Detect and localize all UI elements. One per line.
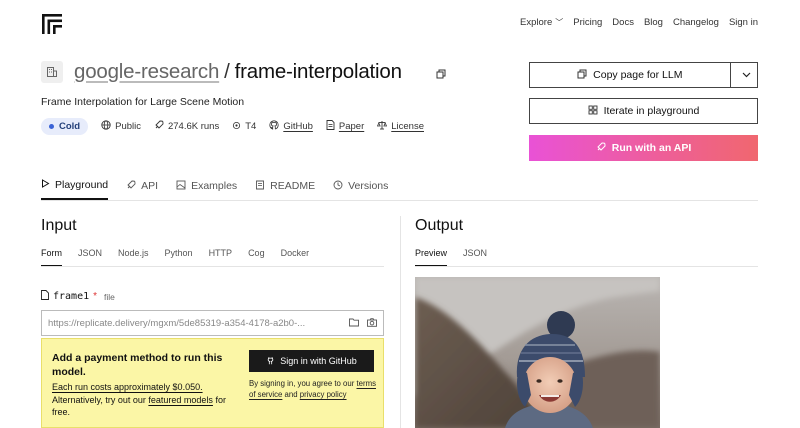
copy-icon[interactable] [436,69,446,82]
grid-icon [588,105,598,118]
globe-icon [101,120,111,133]
document-icon [326,120,335,133]
output-subtabs-divider [415,266,758,267]
chevron-down-icon[interactable] [737,72,757,78]
github-icon [269,120,279,133]
model-name: frame-interpolation [234,60,402,83]
rocket-icon [126,180,136,193]
input-title: Input [41,217,77,234]
tab-playground[interactable]: Playground [41,179,109,200]
subtab-json[interactable]: JSON [78,248,102,266]
rocket-icon [154,120,164,133]
status-dot [49,124,54,129]
github-link[interactable]: GitHub [269,120,313,133]
scale-icon [377,120,388,133]
status-badge: Cold [41,118,89,135]
history-icon [333,180,343,193]
input-subtabs-divider [41,266,384,267]
tab-readme[interactable]: README [255,179,315,200]
subtab-docker[interactable]: Docker [281,248,310,266]
panel-divider [400,216,401,428]
frame1-label: frame1 * file [41,290,115,303]
subtab-form[interactable]: Form [41,248,62,266]
main-tabs: Playground API Examples README Versions [41,179,388,200]
copy-page-main[interactable]: Copy page for LLM [530,63,731,87]
subtab-nodejs[interactable]: Node.js [118,248,149,266]
page-title: google-research / frame-interpolation [74,60,402,83]
subtab-http[interactable]: HTTP [209,248,233,266]
model-meta: Cold Public 274.6K runs T4 GitHub Paper … [41,118,424,135]
run-count: 274.6K runs [154,120,219,133]
output-preview-image [415,277,660,428]
copy-icon [577,69,587,82]
nav-explore[interactable]: Explore ﹀ [520,17,563,28]
privacy-link[interactable]: privacy policy [300,390,347,399]
top-nav: Explore ﹀ Pricing Docs Blog Changelog Sig… [520,17,758,28]
folder-icon[interactable] [349,318,359,329]
featured-models-link[interactable]: featured models [148,395,213,405]
subtab-output-json[interactable]: JSON [463,248,487,266]
book-icon [255,180,265,193]
paper-link[interactable]: Paper [326,120,364,133]
license-link[interactable]: License [377,120,424,133]
chip-icon [232,121,241,133]
nav-pricing[interactable]: Pricing [573,17,602,28]
github-icon [266,356,275,367]
tab-examples[interactable]: Examples [176,179,237,200]
model-description: Frame Interpolation for Large Scene Moti… [41,96,245,108]
output-subtabs: Preview JSON [415,248,487,266]
hardware: T4 [232,121,256,133]
payment-text: Each run costs approximately $0.050. Alt… [52,382,226,417]
tab-api[interactable]: API [126,179,158,200]
output-title: Output [415,217,464,234]
play-icon [41,179,50,191]
copy-page-for-llm-button[interactable]: Copy page for LLM [529,62,758,88]
tabs-divider [41,200,758,201]
camera-icon[interactable] [367,317,377,329]
iterate-in-playground-button[interactable]: Iterate in playground [529,98,758,124]
terms-text: By signing in, you agree to our terms of… [249,379,376,399]
chevron-down-icon: ﹀ [555,18,564,27]
replicate-logo-icon[interactable] [42,14,62,34]
file-icon [41,290,49,303]
visibility: Public [101,120,141,133]
building-icon[interactable] [41,61,63,83]
subtab-cog[interactable]: Cog [248,248,265,266]
nav-blog[interactable]: Blog [644,17,663,28]
payment-banner: Add a payment method to run this model. … [41,338,384,428]
nav-docs[interactable]: Docs [612,17,634,28]
subtab-preview[interactable]: Preview [415,248,448,266]
nav-changelog[interactable]: Changelog [673,17,719,28]
frame1-url-input[interactable]: https://replicate.delivery/mgxm/5de85319… [41,310,384,336]
nav-signin[interactable]: Sign in [729,17,758,28]
tab-versions[interactable]: Versions [333,179,388,200]
model-owner-link[interactable]: google-research [74,60,219,83]
image-icon [176,180,186,193]
input-subtabs: Form JSON Node.js Python HTTP Cog Docker [41,248,309,266]
subtab-python[interactable]: Python [165,248,193,266]
cost-link[interactable]: Each run costs approximately $0.050. [52,382,203,392]
sign-in-github-button[interactable]: Sign in with GitHub [249,350,374,372]
run-with-api-button[interactable]: Run with an API [529,135,758,161]
rocket-icon [596,141,606,155]
payment-title: Add a payment method to run this model. [52,352,223,378]
